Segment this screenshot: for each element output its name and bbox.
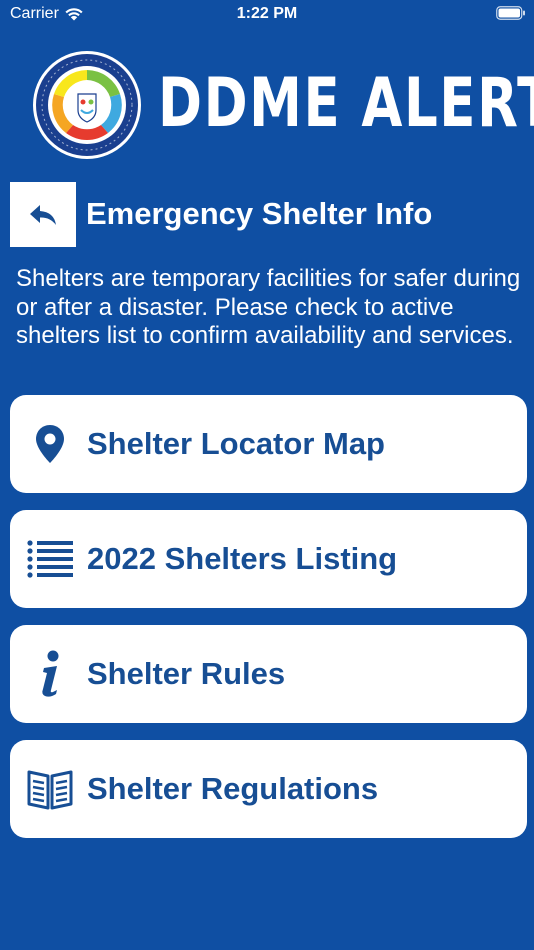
menu-item-label: Shelter Regulations	[87, 771, 379, 806]
page-description: Shelters are temporary facilities for sa…	[16, 265, 521, 349]
menu-item-label: 2022 Shelters Listing	[87, 541, 398, 576]
map-pin-icon	[26, 420, 74, 468]
book-icon	[26, 765, 74, 813]
status-bar: Carrier 1:22 PM	[0, 0, 534, 30]
back-button[interactable]	[10, 182, 76, 247]
page-title: Emergency Shelter Info	[86, 196, 433, 231]
app-title: DDME ALERT	[158, 64, 534, 143]
info-icon	[26, 650, 74, 698]
shelter-menu: Shelter Locator Map 2022 Shelters Listin…	[10, 395, 527, 855]
menu-item-label: Shelter Locator Map	[87, 426, 385, 461]
menu-item-label: Shelter Rules	[87, 656, 286, 691]
list-icon	[26, 535, 74, 583]
shelter-regulations-button[interactable]: Shelter Regulations	[10, 740, 527, 838]
shelter-rules-button[interactable]: Shelter Rules	[10, 625, 527, 723]
shelters-listing-button[interactable]: 2022 Shelters Listing	[10, 510, 527, 608]
clock: 1:22 PM	[236, 5, 298, 22]
ddme-seal-logo-icon	[33, 51, 141, 159]
shelter-locator-map-button[interactable]: Shelter Locator Map	[10, 395, 527, 493]
app-header: DDME ALERT	[0, 48, 534, 166]
battery-icon	[496, 6, 525, 20]
back-arrow-icon	[30, 204, 56, 225]
